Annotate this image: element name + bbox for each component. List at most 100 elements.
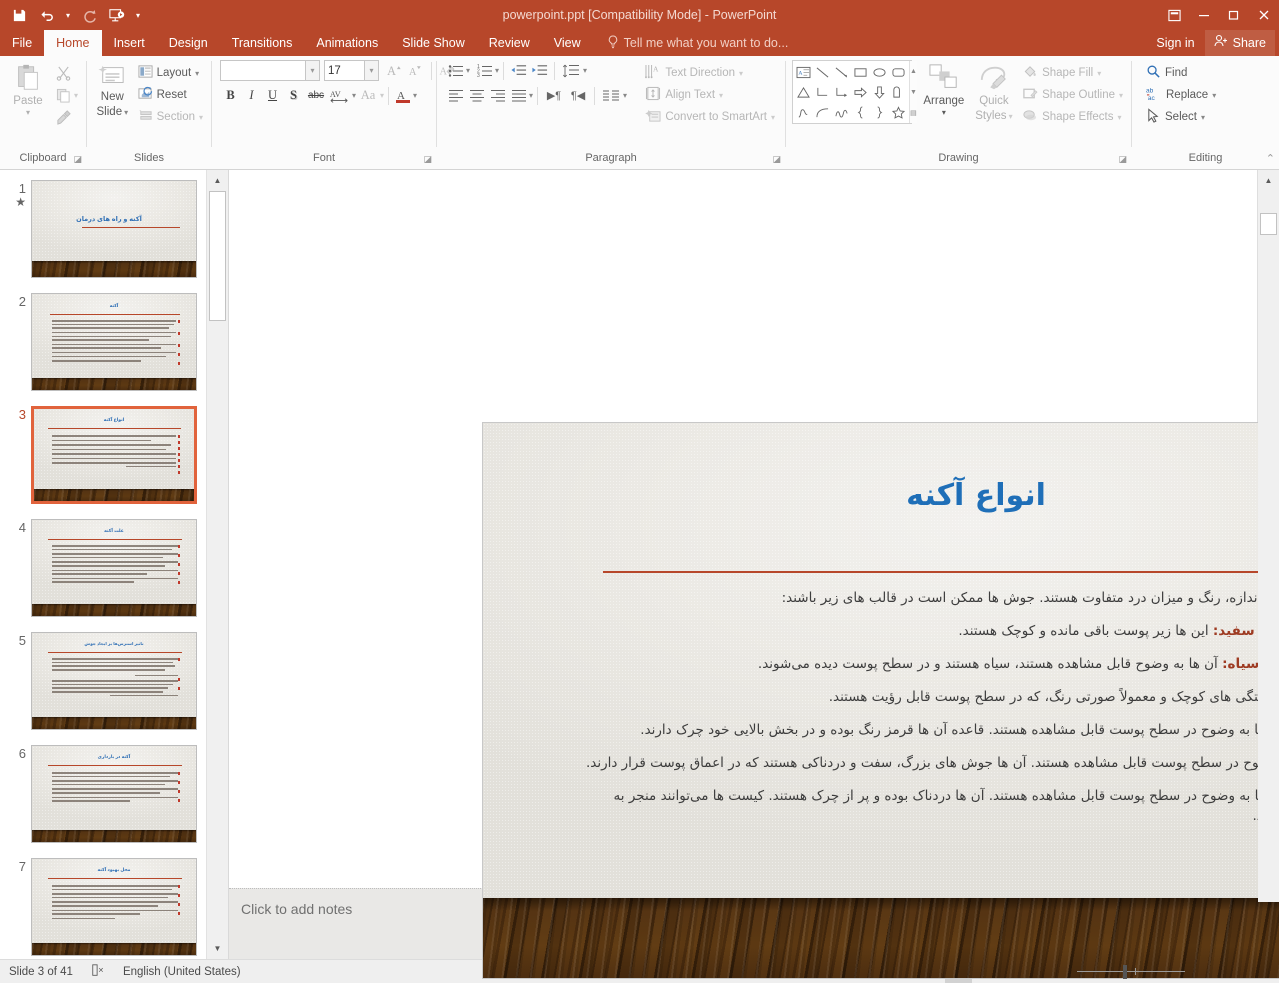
- restore-icon[interactable]: [1219, 0, 1249, 30]
- slide-bullet-4[interactable]: پاپول ها: برجستگی های کوچک و معمولاً صور…: [583, 687, 1279, 707]
- align-dropdown-icon[interactable]: ▾: [529, 91, 533, 100]
- shape-elbow-arrow-connector[interactable]: [832, 82, 851, 102]
- shape-elbow-connector[interactable]: [813, 82, 832, 102]
- share-button[interactable]: Share: [1205, 30, 1275, 56]
- shape-oval[interactable]: [870, 62, 889, 82]
- text-shadow-button[interactable]: S: [283, 85, 304, 106]
- scroll-up-icon[interactable]: ▲: [1258, 170, 1279, 191]
- thumbnail-scroll-down-icon[interactable]: ▼: [207, 938, 228, 959]
- numbering-dropdown-icon[interactable]: ▾: [495, 66, 499, 75]
- align-left-button[interactable]: [445, 85, 466, 106]
- shape-star[interactable]: [889, 102, 908, 122]
- shape-fill-button[interactable]: Shape Fill ▾: [1018, 62, 1127, 84]
- slide-thumbnail-5[interactable]: تاثیر استرس‌ها بر ایجاد جوش: [31, 632, 197, 730]
- paragraph-dialog-launcher-icon[interactable]: ◪: [772, 152, 781, 167]
- redo-icon[interactable]: [76, 2, 102, 28]
- format-painter-button[interactable]: [52, 106, 74, 128]
- smartart-dropdown-icon[interactable]: ▾: [771, 113, 775, 122]
- minimize-icon[interactable]: [1189, 0, 1219, 30]
- slide-thumbnail-4[interactable]: علت آکنه: [31, 519, 197, 617]
- thumbnail-scroll-track[interactable]: [207, 191, 228, 938]
- bullets-dropdown-icon[interactable]: ▾: [466, 66, 470, 75]
- layout-dropdown-icon[interactable]: ▾: [195, 69, 199, 78]
- shapes-scroll-down-icon[interactable]: ▼: [910, 82, 917, 103]
- slide-bullet-7[interactable]: کیست ها: آن ها به وضوح در سطح پوست قابل …: [583, 786, 1279, 826]
- shape-rounded-rectangle[interactable]: [889, 62, 908, 82]
- layout-button[interactable]: Layout ▾: [134, 62, 207, 84]
- slide-body-placeholder[interactable]: جوش ها از نظر اندازه، رنگ و میزان درد مت…: [583, 588, 1279, 839]
- copy-button[interactable]: [52, 84, 74, 106]
- cut-button[interactable]: [52, 62, 74, 84]
- slide-counter[interactable]: Slide 3 of 41: [0, 960, 82, 983]
- section-button[interactable]: Section ▾: [134, 106, 207, 128]
- notes-placeholder[interactable]: Click to add notes: [241, 901, 352, 917]
- collapse-ribbon-icon[interactable]: ⌃: [1266, 152, 1275, 167]
- slide-thumbnail-list[interactable]: 1 ★ آکنه و راه های درمان 2: [0, 170, 228, 959]
- tab-animations[interactable]: Animations: [304, 30, 390, 56]
- slide-thumbnail-1[interactable]: آکنه و راه های درمان: [31, 180, 197, 278]
- customize-quick-access-toolbar-icon[interactable]: ▾: [132, 2, 144, 28]
- tab-transitions[interactable]: Transitions: [220, 30, 305, 56]
- quick-styles-button[interactable]: Quick Styles ▾: [970, 60, 1018, 123]
- shapes-gallery-more-icon[interactable]: ▤: [910, 102, 917, 123]
- slide-vertical-scrollbar[interactable]: ▲ ▼ ▲ ▼: [1257, 170, 1279, 959]
- shapes-gallery-scrollbar[interactable]: ▲ ▼ ▤: [909, 61, 917, 123]
- slide-bullet-3[interactable]: جوش های سرسیاه: آن ها به وضوح قابل مشاهد…: [583, 654, 1279, 674]
- font-color-dropdown-icon[interactable]: ▾: [413, 91, 417, 100]
- slide-bullet-2[interactable]: جوش های سر سفید: این ها زیر پوست باقی ما…: [583, 621, 1279, 641]
- shapes-gallery[interactable]: A: [792, 60, 912, 124]
- shape-rectangle[interactable]: [851, 62, 870, 82]
- copy-dropdown-icon[interactable]: ▾: [74, 91, 78, 100]
- quick-styles-dropdown-icon[interactable]: ▾: [1009, 110, 1013, 123]
- columns-dropdown-icon[interactable]: ▾: [623, 91, 627, 100]
- convert-to-smartart-button[interactable]: Convert to SmartArt ▾: [641, 106, 779, 128]
- left-to-right-button[interactable]: ▶¶: [542, 85, 566, 106]
- align-center-button[interactable]: [466, 85, 487, 106]
- zoom-slider[interactable]: [1077, 960, 1185, 983]
- tab-file[interactable]: File: [0, 30, 44, 56]
- ribbon-display-options-icon[interactable]: [1159, 0, 1189, 30]
- decrease-font-size-button[interactable]: A: [406, 60, 427, 81]
- spellcheck-button[interactable]: ✕: [82, 960, 114, 983]
- character-spacing-button[interactable]: AV: [328, 85, 352, 106]
- shapes-scroll-up-icon[interactable]: ▲: [910, 61, 917, 82]
- numbering-button[interactable]: 123: [474, 60, 495, 81]
- section-dropdown-icon[interactable]: ▾: [199, 113, 203, 122]
- tab-home[interactable]: Home: [44, 30, 101, 56]
- save-icon[interactable]: [6, 2, 32, 28]
- tell-me-search[interactable]: Tell me what you want to do...: [607, 30, 789, 56]
- paste-button[interactable]: Paste ▾: [4, 60, 52, 117]
- text-direction-dropdown-icon[interactable]: ▾: [739, 69, 743, 78]
- shape-text-box[interactable]: A: [794, 62, 813, 82]
- tab-slide-show[interactable]: Slide Show: [390, 30, 477, 56]
- new-slide-dropdown-icon[interactable]: ▾: [124, 106, 128, 119]
- thumbnail-scroll-up-icon[interactable]: ▲: [207, 170, 228, 191]
- slide-bullet-1[interactable]: جوش ها از نظر اندازه، رنگ و میزان درد مت…: [583, 588, 1279, 608]
- shape-flowchart[interactable]: [889, 82, 908, 102]
- paste-dropdown-icon[interactable]: ▾: [26, 109, 30, 117]
- replace-button[interactable]: abac Replace ▾: [1142, 84, 1220, 106]
- shape-right-arrow[interactable]: [851, 82, 870, 102]
- tab-view[interactable]: View: [542, 30, 593, 56]
- tab-insert[interactable]: Insert: [102, 30, 157, 56]
- shape-curve[interactable]: [813, 102, 832, 122]
- justify-button[interactable]: [508, 85, 529, 106]
- slide-thumbnail-2[interactable]: آکنه: [31, 293, 197, 391]
- start-presentation-icon[interactable]: [104, 2, 130, 28]
- thumbnail-scrollbar[interactable]: ▲ ▼: [206, 170, 228, 959]
- align-right-button[interactable]: [487, 85, 508, 106]
- change-case-button[interactable]: Aa: [356, 85, 380, 106]
- shape-line[interactable]: [813, 62, 832, 82]
- current-slide[interactable]: انواع آکنه جوش ها از نظر اندازه، رنگ و م…: [483, 423, 1279, 978]
- slide-thumbnail-3[interactable]: انواع آکنه: [31, 406, 197, 504]
- underline-button[interactable]: U: [262, 85, 283, 106]
- undo-dropdown-icon[interactable]: ▾: [62, 2, 74, 28]
- slide-bullet-6[interactable]: ندول ها: به وضوح در سطح پوست قابل مشاهده…: [583, 753, 1279, 773]
- font-size-input[interactable]: 17: [324, 60, 365, 81]
- zoom-slider-thumb[interactable]: [1123, 965, 1127, 979]
- select-button[interactable]: Select ▾: [1142, 106, 1220, 128]
- scroll-thumb[interactable]: [1260, 213, 1277, 235]
- shape-down-arrow[interactable]: [870, 82, 889, 102]
- sign-in-button[interactable]: Sign in: [1146, 30, 1204, 56]
- clipboard-dialog-launcher-icon[interactable]: ◪: [73, 152, 82, 167]
